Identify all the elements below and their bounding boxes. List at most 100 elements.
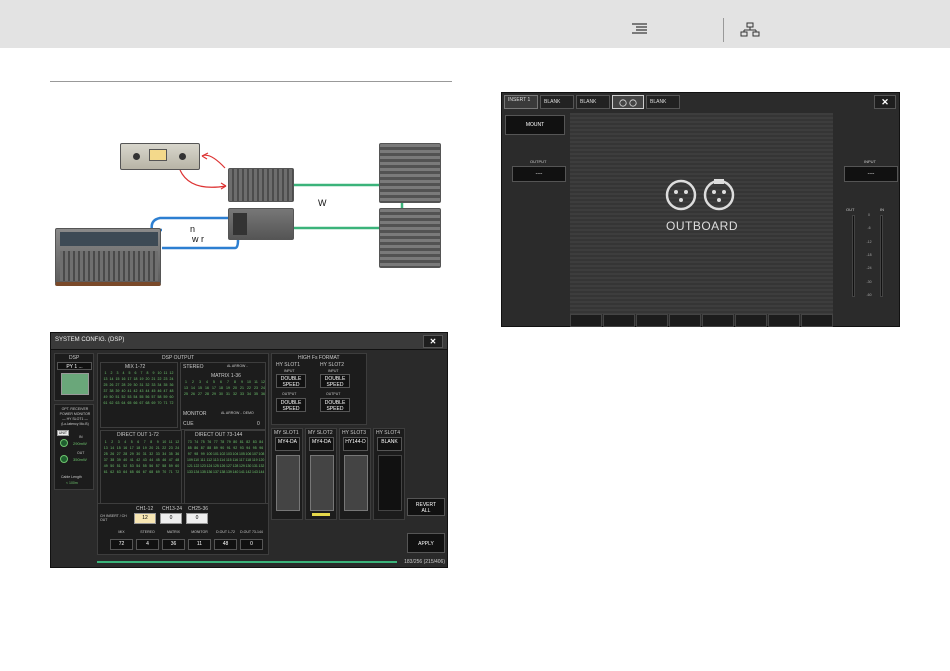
channel-cell: 81 [239, 440, 244, 444]
slot-card-2[interactable]: MY SLOT2 MY4-DA [305, 428, 337, 520]
channel-cell: 62 [110, 470, 115, 474]
slot-card-4-name[interactable]: BLANK [377, 437, 402, 451]
slot-card-3[interactable]: HY SLOT3 HY144-D [339, 428, 371, 520]
channel-cell: 57 [155, 464, 160, 468]
slot-card-2-name[interactable]: MY4-DA [309, 437, 334, 451]
footer-button[interactable] [636, 314, 668, 327]
blank-tab-1[interactable]: BLANK [540, 95, 574, 109]
blank-tab-2[interactable]: BLANK [576, 95, 610, 109]
insert-tab-2[interactable]: CH13-24 [162, 506, 182, 512]
channel-cell: 38 [110, 458, 115, 462]
channel-cell: 4 [124, 440, 127, 444]
revert-all-button[interactable]: REVERT ALL [407, 498, 445, 516]
channel-cell: 72 [175, 470, 180, 474]
outboard-tab[interactable] [612, 95, 644, 109]
channel-cell: 53 [127, 395, 132, 399]
footer-button[interactable] [603, 314, 635, 327]
channel-cell: 85 [187, 446, 192, 450]
channel-cell: 6 [134, 371, 137, 375]
channel-cell: 114 [219, 458, 226, 462]
insert-value-3[interactable]: 0 [186, 513, 208, 524]
insert-tab[interactable]: INSERT 1 [504, 95, 538, 109]
channel-cell: 126 [219, 464, 226, 468]
channel-cell: 63 [116, 470, 121, 474]
apply-button[interactable]: APPLY [407, 533, 445, 553]
channel-cell: 18 [133, 377, 138, 381]
channel-cell: 35 [254, 392, 258, 396]
channel-cell: 56 [145, 395, 150, 399]
channel-cell: 80 [233, 440, 238, 444]
insert-value-1[interactable]: 12 [134, 513, 156, 524]
channel-cell: 8 [150, 440, 153, 444]
channel-cell: 36 [261, 392, 265, 396]
channel-cell: 84 [259, 440, 264, 444]
close-button[interactable]: ✕ [423, 335, 443, 348]
channel-cell: 18 [136, 446, 141, 450]
stereo-matrix-block: STEREO AL ARROW .. MATRIX 1-36 123456789… [180, 362, 266, 430]
channel-cell: 30 [136, 452, 141, 456]
insert-tab-3[interactable]: CH25-36 [188, 506, 208, 512]
mount-button[interactable]: MOUNT [505, 115, 565, 135]
meter-in-bar [880, 215, 883, 297]
total-value: 4 [136, 539, 159, 550]
channel-cell: 112 [206, 458, 213, 462]
input-select[interactable]: ---- [844, 166, 898, 182]
insert-tab-1[interactable]: CH1-12 [136, 506, 153, 512]
channel-cell: 13 [103, 446, 108, 450]
channel-cell: 23 [168, 446, 173, 450]
slot-card-4[interactable]: HY SLOT4 BLANK [373, 428, 405, 520]
channel-cell: 134 [193, 470, 200, 474]
footer-button[interactable] [669, 314, 701, 327]
blank-tab-3[interactable]: BLANK [646, 95, 680, 109]
slot-card-1[interactable]: MY SLOT1 MY4-DA [271, 428, 303, 520]
footer-button[interactable] [735, 314, 767, 327]
dsp-dropdown[interactable]: PY 1 ... [57, 362, 92, 370]
hy2-output-double-speed[interactable]: DOUBLE SPEED [320, 398, 350, 412]
footer-button[interactable] [768, 314, 800, 327]
table-of-contents-icon[interactable] [630, 22, 648, 36]
hy-output-label: OUTPUT [282, 392, 297, 396]
footer-button[interactable] [801, 314, 833, 327]
channel-cell: 120 [258, 458, 265, 462]
channel-cell: 33 [240, 392, 244, 396]
slot-card-3-name[interactable]: HY144-D [343, 437, 368, 451]
channel-cell: 119 [252, 458, 258, 462]
channel-cell: 110 [193, 458, 200, 462]
footer-button[interactable] [570, 314, 602, 327]
hy2-input-double-speed[interactable]: DOUBLE SPEED [320, 374, 350, 388]
hy-input-label: INPUT [284, 369, 295, 373]
hy1-output-double-speed[interactable]: DOUBLE SPEED [276, 398, 306, 412]
footer-button[interactable] [702, 314, 734, 327]
channel-cell: 33 [155, 452, 160, 456]
channel-cell: 3 [117, 440, 120, 444]
channel-cell: 22 [247, 386, 251, 390]
outboard-area: OUTBOARD [570, 113, 833, 314]
channel-cell: 32 [149, 452, 154, 456]
channel-cell: 136 [206, 470, 213, 474]
channel-cell: 12 [169, 371, 174, 375]
channel-cell: 11 [254, 380, 258, 384]
channel-cell: 91 [226, 446, 231, 450]
sitemap-icon[interactable] [740, 22, 760, 38]
channel-cell: 5 [128, 371, 131, 375]
unit-button[interactable]: UNIT [57, 430, 69, 436]
slot-card-1-name[interactable]: MY4-DA [275, 437, 300, 451]
meter-in-label: IN [880, 207, 884, 212]
insert-value-2[interactable]: 0 [160, 513, 182, 524]
channel-cell: 21 [240, 386, 244, 390]
channel-cell: 19 [226, 386, 230, 390]
system-config-window: SYSTEM CONFIG. (DSP) ✕ DSP PY 1 ... OPT.… [50, 332, 448, 568]
channel-cell: 72 [169, 401, 174, 405]
channel-cell: 116 [232, 458, 239, 462]
matrix-channel-grid: 1 2 3 4 5 6 7 8 9 10 11 12 13 14 15 16 17 18 19 20 21 22 23 24 2… [183, 380, 266, 397]
hy1-input-double-speed[interactable]: DOUBLE SPEED [276, 374, 306, 388]
channel-cell: 1 [185, 380, 187, 384]
channel-cell: 94 [246, 446, 251, 450]
output-select[interactable]: ---- [512, 166, 566, 182]
channel-cell: 50 [110, 464, 115, 468]
close-button[interactable]: ✕ [874, 95, 896, 109]
channel-cell: 45 [155, 458, 160, 462]
channel-cell: 12 [261, 380, 265, 384]
channel-cell: 8 [234, 380, 236, 384]
channel-cell: 123 [200, 464, 206, 468]
